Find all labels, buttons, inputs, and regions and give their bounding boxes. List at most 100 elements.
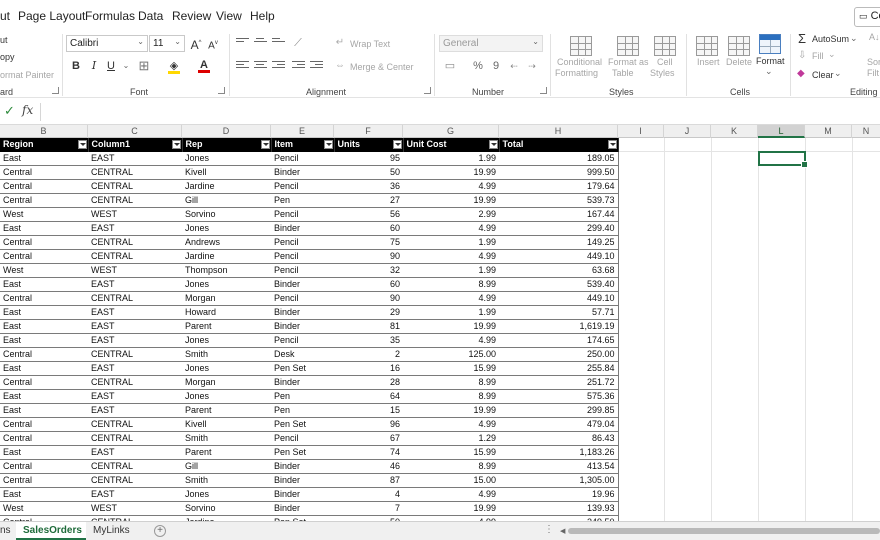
column-header-g[interactable]: G	[403, 125, 499, 138]
clear-button[interactable]: Clear	[812, 70, 834, 80]
font-launcher-icon[interactable]	[218, 87, 225, 94]
cell-rep[interactable]: Jones	[182, 221, 271, 236]
cell-units[interactable]: 4	[334, 487, 403, 502]
cell-item[interactable]: Pencil	[271, 431, 334, 446]
cell-region[interactable]: West	[0, 263, 88, 278]
cell-column1[interactable]: CENTRAL	[88, 193, 182, 208]
cell-region[interactable]: West	[0, 501, 88, 516]
cell-item[interactable]: Pencil	[271, 249, 334, 264]
format-as-table-label-2[interactable]: Table	[612, 68, 634, 78]
cell-region[interactable]: East	[0, 389, 88, 404]
cell-unit-cost[interactable]: 4.99	[403, 333, 499, 348]
header-column1[interactable]: Column1	[88, 138, 183, 152]
cell-unit-cost[interactable]: 15.99	[403, 361, 499, 376]
cell-total[interactable]: 479.04	[499, 417, 619, 432]
cell-unit-cost[interactable]: 19.99	[403, 319, 499, 334]
format-as-table-icon[interactable]	[617, 36, 639, 56]
align-bottom-icon[interactable]	[272, 38, 285, 47]
chevron-down-icon[interactable]: ⌄	[765, 66, 773, 77]
cell-column1[interactable]: CENTRAL	[88, 179, 182, 194]
cell-rep[interactable]: Sorvino	[182, 207, 271, 222]
sort-filter-label-1[interactable]: Sor	[867, 57, 880, 67]
cell-region[interactable]: East	[0, 305, 88, 320]
cell-unit-cost[interactable]: 1.99	[403, 305, 499, 320]
cell-total[interactable]: 299.85	[499, 403, 619, 418]
cell-item[interactable]: Pencil	[271, 207, 334, 222]
autosum-icon[interactable]: Σ	[798, 31, 806, 46]
cell-item[interactable]: Pen	[271, 193, 334, 208]
bold-button[interactable]: B	[68, 58, 84, 74]
cell-total[interactable]: 449.10	[499, 249, 619, 264]
cell-rep[interactable]: Gill	[182, 459, 271, 474]
cell-column1[interactable]: CENTRAL	[88, 375, 182, 390]
chevron-down-icon[interactable]: ⌄	[834, 68, 842, 79]
accounting-format-icon[interactable]: ▭	[442, 58, 458, 74]
cell-unit-cost[interactable]: 4.99	[403, 291, 499, 306]
sheet-tab-salesorders[interactable]: SalesOrders	[16, 522, 86, 540]
cell-units[interactable]: 28	[334, 375, 403, 390]
italic-button[interactable]: I	[86, 58, 102, 74]
cell-total[interactable]: 139.93	[499, 501, 619, 516]
cell-units[interactable]: 7	[334, 501, 403, 516]
cell-total[interactable]: 189.05	[499, 151, 619, 166]
cell-total[interactable]: 299.40	[499, 221, 619, 236]
conditional-formatting-label-1[interactable]: Conditional	[557, 57, 602, 67]
filter-dropdown-icon[interactable]	[323, 140, 333, 149]
format-button[interactable]: Format	[756, 56, 785, 66]
cell-units[interactable]: 2	[334, 347, 403, 362]
number-format-select[interactable]: General ⌄	[439, 35, 543, 52]
menu-page-layout[interactable]: Page Layout	[18, 9, 85, 23]
cell-region[interactable]: East	[0, 333, 88, 348]
cell-column1[interactable]: EAST	[88, 361, 182, 376]
cell-column1[interactable]: CENTRAL	[88, 291, 182, 306]
header-total[interactable]: Total	[499, 138, 619, 152]
cell-item[interactable]: Binder	[271, 221, 334, 236]
insert-button[interactable]: Insert	[697, 57, 720, 67]
cell-item[interactable]: Binder	[271, 375, 334, 390]
sheet-tab-mylinks[interactable]: MyLinks	[90, 522, 140, 540]
cell-item[interactable]: Pencil	[271, 235, 334, 250]
cell-unit-cost[interactable]: 1.99	[403, 151, 499, 166]
cell-region[interactable]: East	[0, 151, 88, 166]
align-middle-icon[interactable]	[254, 38, 267, 47]
cell-rep[interactable]: Jones	[182, 361, 271, 376]
menu-formulas[interactable]: Formulas	[85, 9, 135, 23]
delete-button[interactable]: Delete	[726, 57, 752, 67]
cell-column1[interactable]: EAST	[88, 403, 182, 418]
cell-unit-cost[interactable]: 4.99	[403, 417, 499, 432]
sort-filter-label-2[interactable]: Filt	[867, 68, 879, 78]
cell-rep[interactable]: Parent	[182, 445, 271, 460]
cell-units[interactable]: 29	[334, 305, 403, 320]
cell-total[interactable]: 174.65	[499, 333, 619, 348]
column-header-b[interactable]: B	[0, 125, 88, 138]
menu-help[interactable]: Help	[250, 9, 275, 23]
cell-unit-cost[interactable]: 15.99	[403, 445, 499, 460]
cell-region[interactable]: Central	[0, 431, 88, 446]
format-cells-icon[interactable]	[759, 34, 781, 54]
number-launcher-icon[interactable]	[540, 87, 547, 94]
cell-item[interactable]: Binder	[271, 501, 334, 516]
decrease-indent-icon[interactable]	[292, 61, 305, 70]
cell-total[interactable]: 179.64	[499, 179, 619, 194]
cell-total[interactable]: 57.71	[499, 305, 619, 320]
column-header-h[interactable]: H	[499, 125, 618, 138]
cell-column1[interactable]: WEST	[88, 207, 182, 222]
cell-total[interactable]: 167.44	[499, 207, 619, 222]
cell-region[interactable]: Central	[0, 417, 88, 432]
cell-rep[interactable]: Kivell	[182, 417, 271, 432]
cell-region[interactable]: East	[0, 277, 88, 292]
sheet-tab-previous[interactable]: ns	[0, 522, 14, 540]
cell-unit-cost[interactable]: 19.99	[403, 193, 499, 208]
cell-total[interactable]: 255.84	[499, 361, 619, 376]
cell-total[interactable]: 449.10	[499, 291, 619, 306]
cell-rep[interactable]: Jardine	[182, 179, 271, 194]
cell-unit-cost[interactable]: 8.99	[403, 389, 499, 404]
cell-total[interactable]: 86.43	[499, 431, 619, 446]
cell-region[interactable]: Central	[0, 291, 88, 306]
cell-column1[interactable]: CENTRAL	[88, 235, 182, 250]
cell-units[interactable]: 15	[334, 403, 403, 418]
cell-units[interactable]: 16	[334, 361, 403, 376]
align-center-icon[interactable]	[254, 61, 267, 70]
fill-button[interactable]: Fill	[812, 51, 824, 61]
cell-rep[interactable]: Thompson	[182, 263, 271, 278]
